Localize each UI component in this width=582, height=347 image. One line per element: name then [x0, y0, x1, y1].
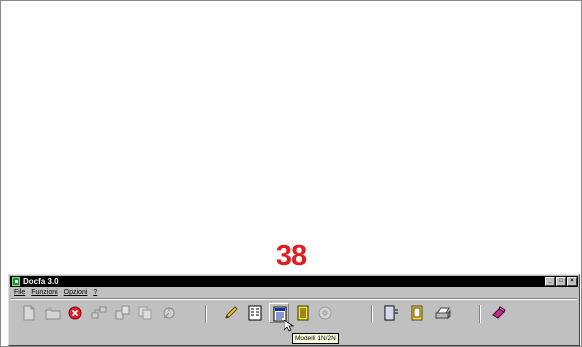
- tooltip: Modelli 1N/2N: [292, 333, 339, 344]
- open-folder-icon: [45, 307, 61, 320]
- app-icon[interactable]: [12, 277, 20, 286]
- print-button[interactable]: [433, 303, 453, 323]
- minimize-button[interactable]: _: [545, 277, 555, 286]
- toolbar: [9, 303, 579, 329]
- menu-file[interactable]: File: [14, 289, 25, 296]
- copy-button[interactable]: [135, 303, 155, 323]
- toolbar-divider: [11, 298, 577, 300]
- maximize-button[interactable]: □: [556, 277, 566, 286]
- notepad-icon: [411, 305, 423, 321]
- transfer-icon: [115, 305, 130, 320]
- disk-button[interactable]: [315, 303, 335, 323]
- menu-funzioni[interactable]: Funzioni: [31, 289, 57, 296]
- title-bar[interactable]: Docfa 3.0 _ □ ×: [10, 276, 578, 287]
- open-button[interactable]: [43, 303, 63, 323]
- new-document-button[interactable]: [19, 303, 39, 323]
- list-button[interactable]: [293, 303, 313, 323]
- mouse-cursor-icon: [284, 320, 294, 332]
- delete-button[interactable]: [65, 303, 85, 323]
- network-icon: [91, 306, 107, 319]
- edit-button[interactable]: [221, 303, 241, 323]
- eraser-icon: [492, 306, 506, 319]
- list-icon: [297, 305, 309, 321]
- menu-help[interactable]: ?: [93, 289, 97, 296]
- menu-bar: File Funzioni Opzioni ?: [10, 288, 578, 297]
- window-title: Docfa 3.0: [23, 277, 59, 286]
- toolbar-separator: [479, 305, 481, 323]
- document-view-button[interactable]: [381, 303, 401, 323]
- delete-icon: [68, 306, 82, 320]
- printer-icon: [435, 307, 451, 320]
- toolbar-separator: [205, 305, 207, 323]
- disk-icon: [318, 306, 332, 320]
- document-view-icon: [384, 305, 398, 321]
- notepad-button[interactable]: [407, 303, 427, 323]
- form-button[interactable]: [245, 303, 265, 323]
- toolbar-separator: [371, 305, 373, 323]
- pencil-icon: [225, 306, 238, 319]
- page-number: 38: [275, 240, 307, 272]
- network-button[interactable]: [89, 303, 109, 323]
- copy-icon: [138, 306, 152, 320]
- transfer-button[interactable]: [113, 303, 133, 323]
- tools-button[interactable]: [159, 303, 179, 323]
- window-controls: _ □ ×: [545, 277, 577, 286]
- menu-opzioni[interactable]: Opzioni: [64, 289, 88, 296]
- tools-icon: [163, 307, 175, 319]
- new-document-icon: [23, 305, 35, 321]
- form-icon: [248, 305, 262, 321]
- eraser-button[interactable]: [489, 303, 509, 323]
- close-button[interactable]: ×: [567, 277, 577, 286]
